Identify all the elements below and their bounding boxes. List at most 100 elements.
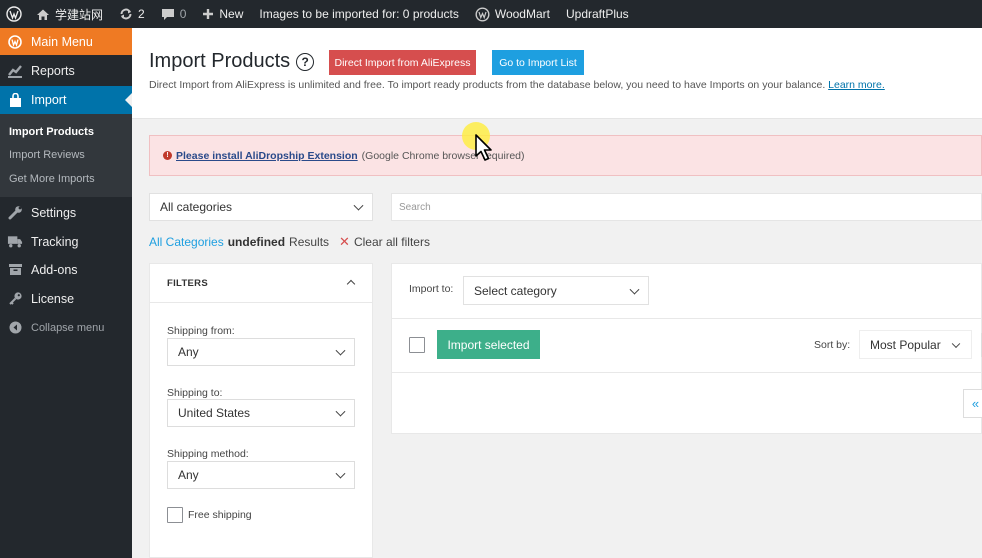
clear-all-filters-link[interactable]: Clear all filters	[354, 235, 430, 249]
pagination-first-button[interactable]: «	[963, 389, 982, 418]
chevron-down-icon	[353, 200, 364, 211]
clear-icon[interactable]: ✕	[339, 234, 350, 250]
learn-more-link[interactable]: Learn more.	[828, 79, 885, 91]
truck-icon	[7, 234, 23, 250]
woodmart-icon	[475, 6, 490, 22]
shipping-method-select[interactable]: Any	[167, 461, 355, 489]
shipping-from-select[interactable]: Any	[167, 338, 355, 366]
filters-title: FILTERS	[167, 277, 208, 289]
sidebar-item-label: Reports	[31, 64, 75, 78]
category-select[interactable]: All categories	[149, 193, 373, 221]
comment-icon	[161, 8, 174, 20]
admin-bar: 学建站网 2 0 New Images to be imported for: …	[0, 0, 982, 28]
plus-icon	[203, 9, 214, 19]
extension-notice: ! Please install AliDropship Extension (…	[149, 135, 982, 176]
import-to-label: Import to:	[409, 283, 454, 295]
sidebar-item-label: Add-ons	[31, 262, 78, 277]
category-select-value: All categories	[160, 200, 233, 214]
comments-link[interactable]: 0	[153, 0, 195, 28]
home-icon	[37, 9, 49, 20]
select-all-checkbox[interactable]	[409, 337, 425, 353]
filters-header[interactable]: FILTERS	[150, 264, 372, 303]
bag-icon	[7, 92, 23, 108]
import-category-value: Select category	[474, 283, 557, 298]
chevron-up-icon[interactable]	[346, 279, 356, 289]
filters-panel: FILTERS Shipping from: Any Shipping to: …	[149, 263, 373, 558]
sidebar-item-tracking[interactable]: Tracking	[0, 228, 132, 256]
sidebar-item-addons[interactable]: Add-ons	[0, 256, 132, 284]
main-content: Import Products ? Direct Import from Ali…	[132, 28, 982, 558]
updates-count: 2	[138, 7, 145, 21]
shipping-to-select[interactable]: United States	[167, 399, 355, 427]
sidebar-item-label: Collapse menu	[31, 321, 105, 334]
free-shipping-label: Free shipping	[188, 509, 252, 521]
results-count: undefined	[227, 235, 286, 249]
sidebar-item-label: Tracking	[31, 234, 79, 249]
admin-sidebar: Main Menu Reports Import Import Products…	[0, 28, 132, 558]
updraftplus-label: UpdraftPlus	[565, 7, 629, 21]
comments-count: 0	[179, 7, 187, 21]
import-status-text: Images to be imported for: 0 products	[259, 7, 459, 21]
sidebar-item-import[interactable]: Import	[0, 86, 132, 114]
new-label: New	[219, 7, 244, 21]
updates-link[interactable]: 2	[111, 0, 153, 28]
wrench-icon	[7, 205, 23, 221]
site-name-link[interactable]: 学建站网	[28, 0, 111, 28]
page-title-wrap: Import Products ?	[149, 50, 315, 73]
sort-by-select[interactable]: Most Popular	[859, 330, 972, 359]
woocommerce-icon	[7, 34, 23, 50]
help-icon[interactable]: ?	[296, 52, 315, 71]
updraftplus-link[interactable]: UpdraftPlus	[558, 0, 637, 28]
submenu-import-products[interactable]: Import Products	[0, 120, 132, 144]
shipping-to-value: United States	[178, 406, 251, 420]
new-content-link[interactable]: New	[194, 0, 251, 28]
sidebar-item-label: License	[31, 291, 75, 306]
import-selected-button[interactable]: Import selected	[437, 330, 540, 359]
sidebar-item-label: Settings	[31, 205, 77, 220]
sidebar-item-settings[interactable]: Settings	[0, 199, 132, 227]
chart-icon	[7, 63, 23, 79]
description-text: Direct Import from AliExpress is unlimit…	[149, 79, 826, 91]
shipping-from-label: Shipping from:	[167, 325, 235, 337]
go-to-import-list-button[interactable]: Go to Import List	[492, 50, 584, 75]
woodmart-link[interactable]: WoodMart	[467, 0, 558, 28]
products-panel: Import to: Select category Import select…	[391, 263, 982, 434]
wordpress-logo-icon[interactable]	[0, 0, 28, 28]
search-placeholder: Search	[399, 201, 431, 213]
page-title: Import Products	[149, 50, 291, 72]
collapse-menu-button[interactable]: Collapse menu	[0, 314, 132, 342]
import-status[interactable]: Images to be imported for: 0 products	[251, 0, 466, 28]
direct-import-button[interactable]: Direct Import from AliExpress	[329, 50, 476, 75]
sort-by-value: Most Popular	[870, 337, 941, 352]
free-shipping-checkbox[interactable]	[167, 507, 183, 523]
sidebar-item-main-menu[interactable]: Main Menu	[0, 28, 132, 55]
import-category-select[interactable]: Select category	[463, 276, 649, 305]
sidebar-item-license[interactable]: License	[0, 285, 132, 313]
submenu-get-more-imports[interactable]: Get More Imports	[0, 167, 132, 191]
results-summary: All Categories undefined Results ✕ Clear…	[149, 234, 430, 250]
site-name: 学建站网	[55, 7, 104, 22]
results-word: Results	[289, 235, 330, 249]
search-input[interactable]: Search	[391, 193, 982, 221]
refresh-icon	[120, 8, 132, 20]
page-description: Direct Import from AliExpress is unlimit…	[149, 79, 885, 91]
notice-text: (Google Chrome browser required)	[361, 149, 525, 162]
key-icon	[7, 291, 23, 307]
chevron-down-icon	[951, 339, 961, 348]
sidebar-item-reports[interactable]: Reports	[0, 57, 132, 85]
all-categories-link[interactable]: All Categories	[149, 235, 224, 249]
shipping-method-label: Shipping method:	[167, 448, 249, 460]
shipping-method-value: Any	[178, 468, 199, 482]
chevron-down-icon	[335, 468, 346, 479]
collapse-arrow-icon	[7, 320, 23, 336]
free-shipping-option: Free shipping	[167, 507, 252, 523]
submenu-import-reviews[interactable]: Import Reviews	[0, 144, 132, 168]
sidebar-item-label: Import	[31, 93, 67, 107]
mouse-cursor-icon	[475, 134, 492, 161]
chevron-down-icon	[335, 406, 346, 417]
shipping-to-label: Shipping to:	[167, 387, 223, 399]
chevron-down-icon	[335, 345, 346, 356]
import-submenu: Import Products Import Reviews Get More …	[0, 114, 132, 197]
shipping-from-value: Any	[178, 345, 199, 359]
install-extension-link[interactable]: Please install AliDropship Extension	[176, 150, 358, 162]
